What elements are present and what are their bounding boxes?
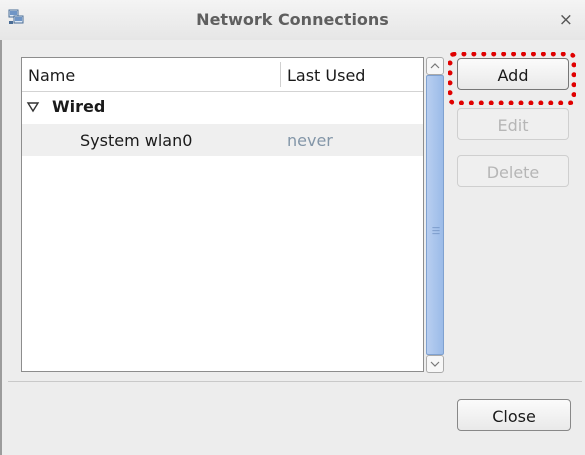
group-label: Wired: [52, 97, 106, 116]
column-header-last-used[interactable]: Last Used: [287, 66, 365, 85]
list-scrollbar[interactable]: — — —: [426, 57, 444, 373]
list-header: Name Last Used: [22, 58, 423, 92]
grip-icon: — — —: [432, 223, 440, 238]
connections-list[interactable]: Name Last Used Wired System wlan0 never: [21, 57, 424, 372]
edit-button[interactable]: Edit: [457, 108, 569, 140]
triangle-down-icon[interactable]: [26, 99, 40, 113]
column-separator: [280, 62, 281, 87]
column-header-name[interactable]: Name: [28, 66, 75, 85]
connection-name: System wlan0: [80, 131, 193, 150]
window-title: Network Connections: [196, 10, 389, 29]
connection-row[interactable]: System wlan0 never: [22, 124, 423, 156]
delete-button[interactable]: Delete: [457, 155, 569, 187]
add-button[interactable]: Add: [457, 58, 569, 90]
scroll-up-button[interactable]: [426, 57, 444, 75]
titlebar: Network Connections ×: [0, 0, 585, 40]
connection-last-used: never: [287, 131, 333, 150]
window-edge: [0, 0, 2, 455]
close-icon[interactable]: ×: [559, 11, 573, 29]
close-button[interactable]: Close: [457, 399, 571, 431]
group-row-wired[interactable]: Wired: [22, 94, 423, 122]
scroll-thumb[interactable]: — — —: [426, 75, 444, 355]
scroll-down-button[interactable]: [426, 355, 444, 373]
separator: [8, 381, 582, 382]
